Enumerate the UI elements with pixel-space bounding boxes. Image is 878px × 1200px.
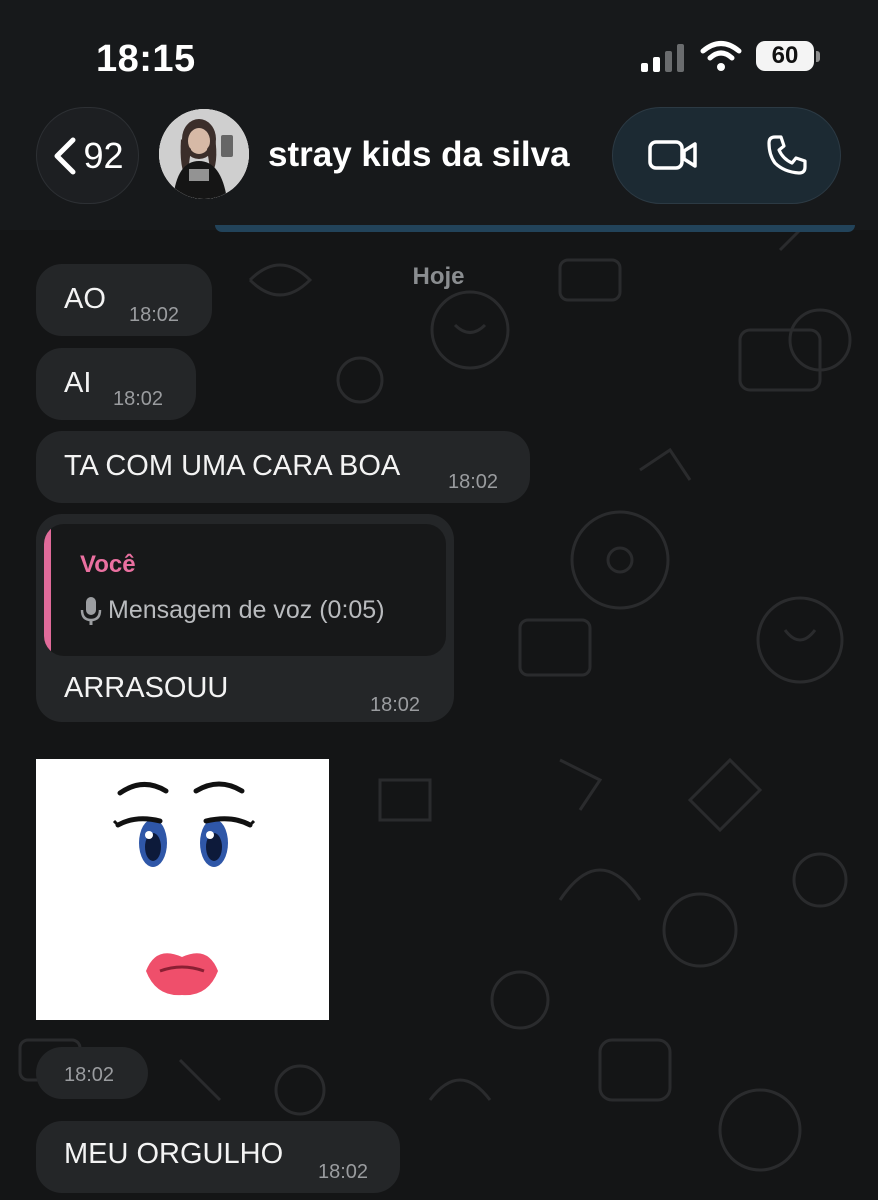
battery-indicator: 60 — [756, 41, 814, 71]
message-text: AI — [64, 367, 92, 399]
cellular-signal-icon — [641, 44, 684, 72]
message-time: 18:02 — [113, 388, 164, 410]
message-bubble[interactable]: MEU ORGULHO 18:02 — [36, 1121, 400, 1193]
wifi-icon — [700, 41, 742, 71]
battery-tip — [816, 51, 820, 62]
message-text: AO — [64, 283, 106, 315]
avatar-photo — [159, 109, 249, 199]
message-text: TA COM UMA CARA BOA — [64, 450, 401, 482]
quote-accent-bar — [44, 524, 51, 656]
chevron-left-icon — [54, 137, 76, 174]
microphone-icon — [80, 597, 102, 625]
unread-count: 92 — [83, 134, 124, 176]
message-time: 18:02 — [370, 694, 421, 716]
message-text: ARRASOUU — [64, 672, 229, 704]
battery-level: 60 — [771, 42, 799, 69]
contact-avatar[interactable] — [159, 109, 249, 199]
message-time: 18:02 — [448, 471, 499, 493]
sticker-image[interactable] — [36, 759, 329, 1020]
video-camera-icon[interactable] — [648, 136, 698, 174]
message-bubble[interactable]: AO 18:02 — [36, 264, 212, 336]
message-time: 18:02 — [129, 304, 180, 326]
quote-text: Mensagem de voz (0:05) — [108, 596, 385, 624]
quoted-message[interactable]: Você Mensagem de voz (0:05) — [44, 524, 446, 656]
message-bubble[interactable]: TA COM UMA CARA BOA 18:02 — [36, 431, 530, 503]
back-button[interactable]: 92 — [36, 107, 139, 204]
message-time: 18:02 — [64, 1064, 115, 1086]
header-accent-line — [215, 225, 855, 232]
face-sticker-drawing — [36, 759, 329, 1020]
message-time: 18:02 — [318, 1161, 369, 1183]
quote-author: Você — [80, 551, 136, 578]
message-text: MEU ORGULHO — [64, 1138, 284, 1170]
message-bubble[interactable]: AI 18:02 — [36, 348, 196, 420]
contact-name[interactable]: stray kids da silva — [268, 135, 570, 175]
sticker-time-chip: 18:02 — [36, 1047, 148, 1099]
phone-icon[interactable] — [766, 134, 808, 176]
date-separator: Hoje — [412, 263, 465, 290]
status-clock: 18:15 — [96, 38, 196, 80]
